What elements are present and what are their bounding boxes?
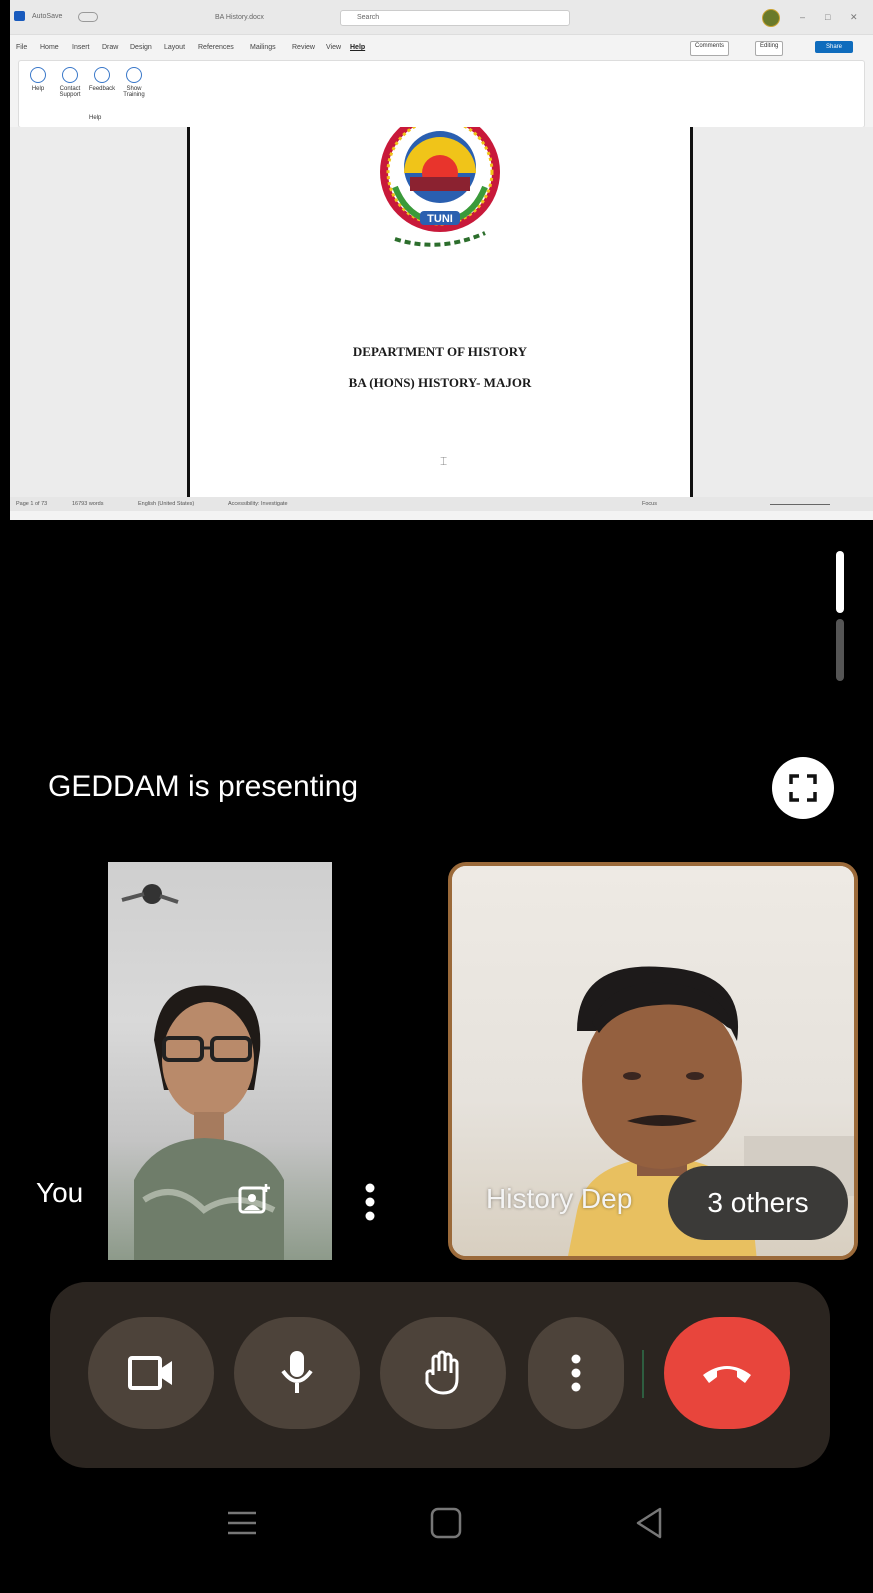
document-canvas[interactable]: TUNI DEPARTMENT OF HISTORY BA (HONS) HIS…: [10, 127, 873, 497]
share-button[interactable]: Share: [815, 41, 853, 53]
autosave-toggle[interactable]: [78, 12, 98, 22]
more-vert-icon: [571, 1354, 581, 1392]
feedback-icon: [94, 67, 110, 83]
self-video-feed: [108, 862, 332, 1260]
training-icon: [126, 67, 142, 83]
tab-references[interactable]: References: [198, 44, 234, 51]
department-heading: DEPARTMENT OF HISTORY: [352, 344, 528, 359]
close-icon[interactable]: ✕: [850, 12, 858, 23]
page-indicator-active[interactable]: [836, 551, 844, 613]
contact-support-label: Contact Support: [59, 86, 81, 98]
tab-layout[interactable]: Layout: [164, 44, 185, 51]
back-icon[interactable]: [632, 1505, 668, 1541]
participant-name-label: History Dep: [486, 1183, 633, 1214]
autosave-label: AutoSave: [32, 13, 63, 20]
presenting-label: GEDDAM is presenting: [48, 770, 359, 803]
end-call-button[interactable]: [664, 1317, 790, 1429]
college-logo: TUNI: [380, 127, 500, 247]
help-button[interactable]: Help: [21, 67, 55, 92]
show-training-label: Show Training: [123, 86, 145, 98]
end-call-icon: [703, 1366, 751, 1383]
tab-insert[interactable]: Insert: [72, 44, 90, 51]
minimize-icon[interactable]: –: [800, 12, 805, 22]
person-icon: [62, 67, 78, 83]
microphone-icon: [281, 1351, 313, 1393]
comments-button[interactable]: Comments: [690, 41, 730, 56]
accessibility-status[interactable]: Accessibility: Investigate: [228, 501, 288, 507]
help-icon: [30, 67, 46, 83]
participant-self-figure: [134, 985, 284, 1260]
search-placeholder: Search: [357, 14, 380, 21]
editing-button[interactable]: Editing: [755, 41, 784, 56]
tab-review[interactable]: Review: [292, 44, 315, 51]
fullscreen-button[interactable]: [772, 757, 834, 819]
ribbon-tabs: File Home Insert Draw Design Layout Refe…: [10, 36, 873, 58]
fullscreen-icon: [789, 774, 817, 802]
ribbon-group-label: Help: [89, 115, 102, 121]
document-title: BA History.docx: [215, 14, 264, 21]
microphone-toggle-button[interactable]: [234, 1317, 360, 1429]
others-count-badge[interactable]: 3 others: [668, 1166, 848, 1240]
tab-home[interactable]: Home: [40, 44, 59, 51]
tab-file[interactable]: File: [16, 44, 27, 51]
more-options-button[interactable]: [528, 1317, 624, 1429]
word-count[interactable]: 16793 words: [72, 501, 104, 507]
recents-icon[interactable]: [224, 1505, 260, 1541]
tab-draw[interactable]: Draw: [102, 44, 118, 51]
word-search-box[interactable]: Search: [340, 10, 570, 26]
focus-button[interactable]: Focus: [642, 501, 657, 507]
video-camera-icon: [128, 1356, 172, 1390]
self-tile-more-icon[interactable]: [360, 1180, 380, 1224]
tab-help[interactable]: Help: [350, 44, 365, 51]
tab-design[interactable]: Design: [130, 44, 152, 51]
page-count[interactable]: Page 1 of 73: [16, 501, 47, 507]
maximize-icon[interactable]: □: [825, 12, 830, 22]
word-logo-icon: [14, 11, 25, 21]
account-avatar[interactable]: [762, 9, 780, 27]
show-training-button[interactable]: Show Training: [117, 67, 151, 98]
program-heading: BA (HONS) HISTORY- MAJOR: [348, 375, 532, 390]
word-titlebar: AutoSave BA History.docx Search – □ ✕: [10, 0, 873, 35]
visual-effects-icon[interactable]: [236, 1182, 272, 1218]
help-label: Help: [31, 86, 45, 92]
ribbon-help-panel: Help Contact Support Feedback Show Train…: [18, 60, 865, 128]
raise-hand-button[interactable]: [380, 1317, 506, 1429]
feedback-button[interactable]: Feedback: [85, 67, 119, 92]
home-icon[interactable]: [428, 1505, 464, 1541]
tab-view[interactable]: View: [326, 44, 341, 51]
document-page[interactable]: TUNI DEPARTMENT OF HISTORY BA (HONS) HIS…: [187, 127, 693, 497]
zoom-slider[interactable]: [770, 504, 830, 505]
logo-text: TUNI: [427, 213, 453, 225]
language-status[interactable]: English (United States): [138, 501, 194, 507]
contact-support-button[interactable]: Contact Support: [53, 67, 87, 98]
text-cursor-icon: ⌶: [440, 454, 448, 468]
word-statusbar: Page 1 of 73 16793 words English (United…: [10, 497, 873, 511]
camera-toggle-button[interactable]: [88, 1317, 214, 1429]
shared-screen: AutoSave BA History.docx Search – □ ✕ Fi…: [10, 0, 873, 520]
self-name-label: You: [36, 1177, 84, 1208]
tab-mailings[interactable]: Mailings: [250, 44, 276, 51]
page-indicator-inactive[interactable]: [836, 619, 844, 681]
raise-hand-icon: [425, 1350, 459, 1395]
ceiling-fan: [121, 884, 179, 904]
feedback-label: Feedback: [88, 86, 116, 92]
controls-divider: [642, 1350, 644, 1398]
